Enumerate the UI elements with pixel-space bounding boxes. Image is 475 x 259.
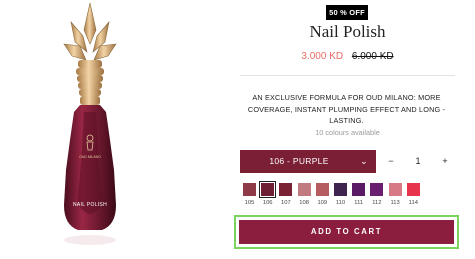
swatch-label: 113 — [390, 200, 400, 206]
swatch-label: 109 — [317, 200, 328, 206]
swatch-109[interactable] — [315, 183, 329, 196]
svg-text:NAIL POLISH: NAIL POLISH — [73, 202, 107, 208]
discount-badge: 50 % OFF — [326, 5, 368, 20]
swatch-label: 112 — [372, 200, 382, 206]
sale-price: 3.000 KD — [301, 51, 344, 62]
color-swatches: 105 106 107 108 109 110 111 112 113 114 — [240, 181, 440, 213]
product-title: Nail Polish — [309, 22, 386, 41]
swatch-111[interactable] — [352, 183, 366, 196]
original-price: 6.000 KD — [351, 51, 394, 62]
swatch-105[interactable] — [243, 183, 256, 196]
swatch-label: 107 — [281, 200, 291, 206]
product-image: OUD MILANO NAIL POLISH — [63, 2, 117, 245]
swatch-label: 105 — [244, 200, 255, 206]
swatch-110[interactable] — [334, 183, 347, 196]
swatch-106[interactable] — [259, 181, 277, 198]
quantity-increase-button[interactable]: + — [434, 150, 456, 173]
add-to-cart-button[interactable]: ADD TO CART — [239, 220, 454, 244]
price-block: 3.000 KD 6.000 KD — [240, 51, 455, 62]
swatch-107[interactable] — [279, 183, 293, 196]
quantity-stepper[interactable]: − 1 + — [380, 150, 456, 173]
product-description: AN EXCLUSIVE FORMULA FOR OUD MILANO: MOR… — [247, 93, 446, 125]
swatch-label: 106 — [262, 200, 273, 206]
shade-select[interactable]: 106 - PURPLE ⌄ — [240, 150, 376, 173]
colours-count: 10 colours available — [315, 128, 380, 137]
swatch-112[interactable] — [370, 183, 384, 196]
chevron-down-icon: ⌄ — [360, 156, 368, 166]
swatch-113[interactable] — [388, 183, 402, 196]
swatch-label: 110 — [335, 200, 346, 206]
quantity-value[interactable]: 1 — [402, 150, 434, 173]
divider — [240, 75, 455, 76]
shade-select-value: 106 - PURPLE — [269, 156, 329, 166]
svg-text:OUD MILANO: OUD MILANO — [79, 155, 101, 159]
swatch-label: 111 — [354, 200, 364, 206]
swatch-label: 114 — [408, 200, 418, 206]
swatch-108[interactable] — [297, 183, 311, 196]
swatch-label: 108 — [299, 200, 309, 206]
swatch-114[interactable] — [406, 183, 420, 196]
quantity-decrease-button[interactable]: − — [380, 150, 402, 173]
